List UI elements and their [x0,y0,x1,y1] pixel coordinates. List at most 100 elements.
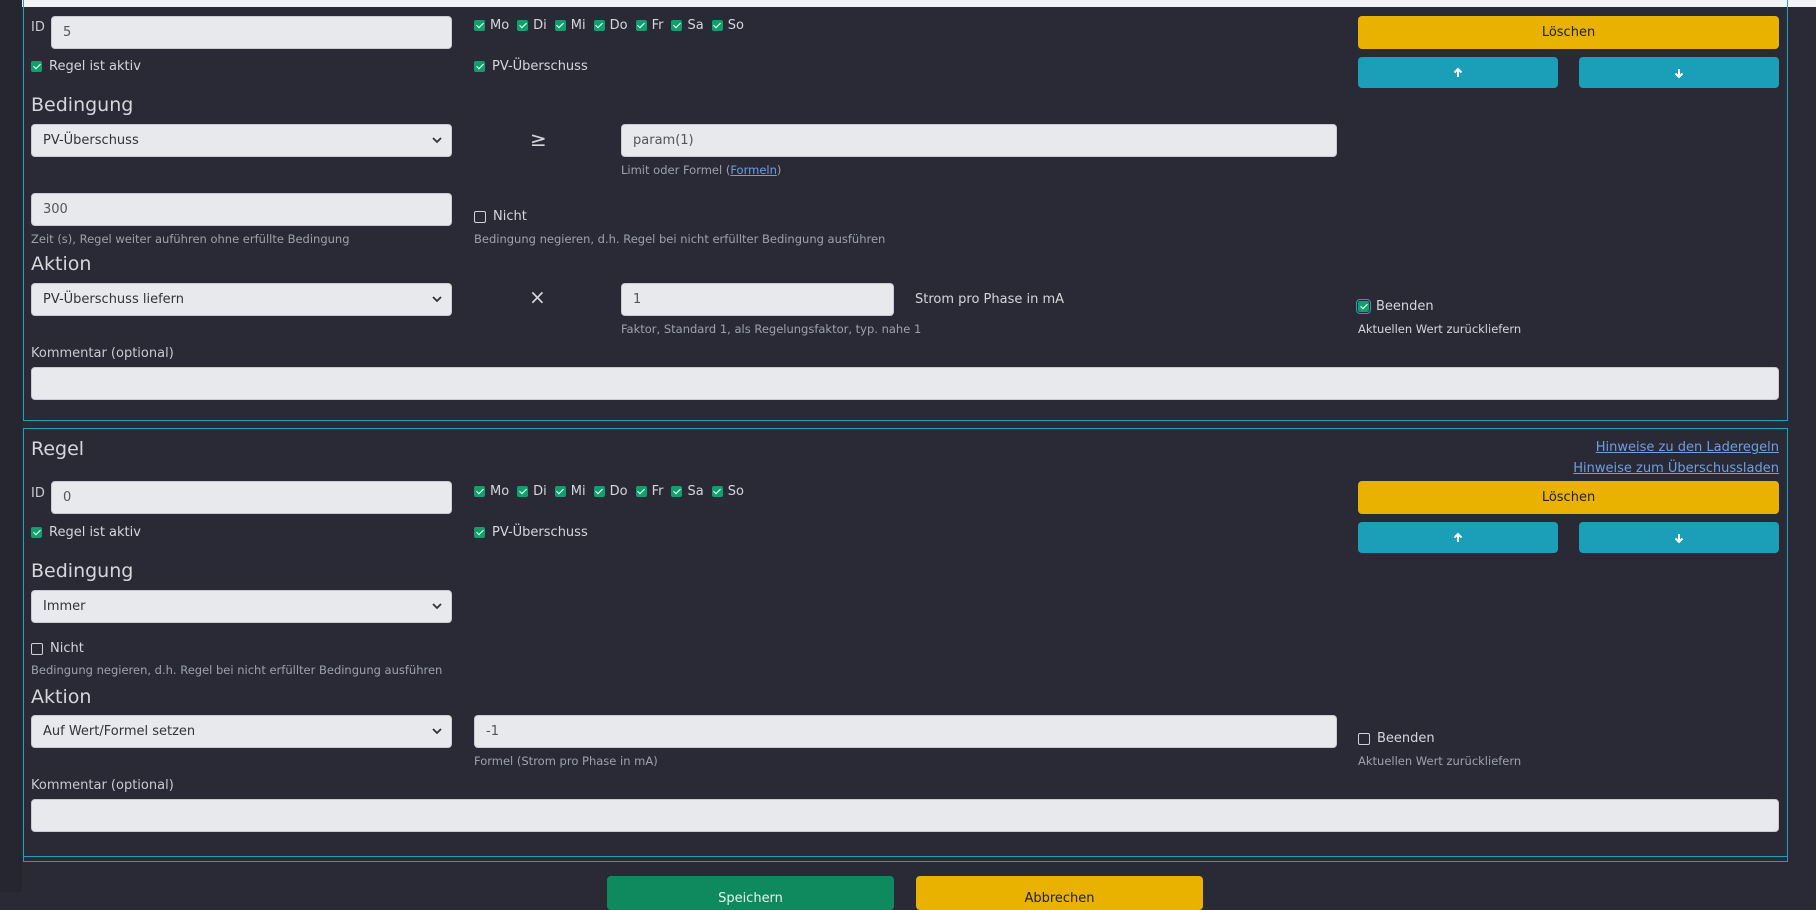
id-label: ID [31,20,45,35]
checkbox-do[interactable] [593,486,605,497]
end-checkbox[interactable]: Beenden [1356,299,1434,314]
checkbox[interactable] [474,527,485,538]
rule-title: Regel [31,438,85,460]
condition-select[interactable]: PV-Überschuss [31,124,452,157]
day-fr[interactable]: Fr [635,18,663,33]
day-label: Di [533,484,547,499]
comment-input[interactable] [31,799,1779,832]
limit-help: Limit oder Formel (Formeln) [621,163,781,177]
action-help: Faktor, Standard 1, als Regelungsfaktor,… [621,322,922,336]
id-input[interactable]: 5 [51,16,452,49]
checkbox-do[interactable] [593,20,605,31]
negate-help: Bedingung negieren, d.h. Regel bei nicht… [474,232,886,246]
limit-help-suffix: ) [776,163,782,177]
pv-checkbox[interactable]: PV-Überschuss [474,525,588,540]
checkbox-mo[interactable] [474,486,485,497]
checkbox[interactable] [474,61,485,72]
arrow-down-icon [1674,533,1684,543]
day-di[interactable]: Di [517,18,547,33]
checkbox-di[interactable] [517,20,529,31]
rule-active-checkbox[interactable]: Regel ist aktiv [31,525,141,540]
day-do[interactable]: Do [593,18,628,33]
checkbox-sa[interactable] [671,486,683,497]
checkbox[interactable] [31,642,43,655]
rule-active-checkbox[interactable]: Regel ist aktiv [31,59,141,74]
rule-active-label: Regel ist aktiv [49,525,141,540]
action-select[interactable]: PV-Überschuss liefern [31,283,452,316]
day-sa[interactable]: Sa [671,18,704,33]
checkbox-mo[interactable] [474,20,485,31]
checkbox-di[interactable] [517,486,529,497]
condition-select[interactable]: Immer [31,590,452,623]
day-sa[interactable]: Sa [671,484,704,499]
end-checkbox[interactable]: Beenden [1358,731,1435,746]
formulas-link[interactable]: Formeln [730,163,777,177]
time-help: Zeit (s), Regel weiter auführen ohne erf… [31,232,350,246]
move-down-button[interactable] [1579,57,1779,88]
day-mi[interactable]: Mi [554,18,586,33]
day-so[interactable]: So [711,18,744,33]
day-mi[interactable]: Mi [554,484,586,499]
checkbox[interactable] [474,210,486,223]
delete-button[interactable]: Löschen [1358,16,1779,49]
day-label: Mi [570,484,586,499]
condition-select-value: PV-Überschuss [43,133,139,148]
day-mo[interactable]: Mo [474,18,509,33]
checkbox[interactable] [1356,299,1371,314]
end-help: Aktuellen Wert zurückliefern [1358,754,1522,768]
day-fr[interactable]: Fr [635,484,664,499]
chevron-down-icon [432,728,442,735]
checkbox-fr[interactable] [635,20,647,31]
day-do[interactable]: Do [593,484,628,499]
delete-button[interactable]: Löschen [1358,481,1779,514]
pv-checkbox[interactable]: PV-Überschuss [474,59,588,74]
action-heading: Aktion [31,253,92,275]
condition-select-value: Immer [43,599,86,614]
checkbox-so[interactable] [711,486,723,497]
pv-label: PV-Überschuss [492,525,588,540]
negate-checkbox[interactable]: Nicht [31,641,84,656]
checkbox-mi[interactable] [554,486,566,497]
link-charging-rules[interactable]: Hinweise zu den Laderegeln [1596,440,1779,455]
day-mo[interactable]: Mo [474,484,509,499]
link-surplus-charging[interactable]: Hinweise zum Überschussladen [1573,461,1779,476]
day-label: Fr [651,484,664,499]
comment-input[interactable] [31,367,1779,400]
chevron-down-icon [432,296,442,303]
action-factor-input[interactable]: 1 [621,283,894,316]
cancel-button[interactable]: Abbrechen [916,876,1203,910]
checkbox[interactable] [1358,732,1370,745]
negate-checkbox[interactable]: Nicht [474,209,527,224]
checkbox-sa[interactable] [671,20,683,31]
checkbox[interactable] [31,527,42,538]
checkbox[interactable] [31,61,42,72]
save-button[interactable]: Speichern [607,876,894,910]
checkbox-so[interactable] [711,20,723,31]
day-label: Mi [570,18,586,33]
action-select[interactable]: Auf Wert/Formel setzen [31,715,452,748]
checkbox-mi[interactable] [554,20,566,31]
operator-gte: ≥ [530,127,547,151]
move-down-button[interactable] [1579,522,1779,553]
chevron-down-icon [432,137,442,144]
negate-label: Nicht [493,209,527,224]
arrow-up-icon [1453,67,1463,77]
comment-label: Kommentar (optional) [31,346,174,361]
day-label: Do [609,18,628,33]
condition-limit-input[interactable]: param(1) [621,124,1337,157]
operator-times: × [529,285,546,309]
time-input[interactable]: 300 [31,193,452,226]
id-input[interactable]: 0 [51,481,452,514]
chevron-down-icon [432,603,442,610]
comment-label: Kommentar (optional) [31,778,174,793]
move-up-button[interactable] [1358,522,1558,553]
weekday-checkboxes: Mo Di Mi Do Fr Sa So [474,18,752,33]
action-select-value: Auf Wert/Formel setzen [43,724,196,739]
day-di[interactable]: Di [517,484,547,499]
checkbox-fr[interactable] [635,486,647,497]
action-formula-input[interactable]: -1 [474,715,1337,748]
day-label: Sa [687,484,704,499]
rule-active-label: Regel ist aktiv [49,59,141,74]
move-up-button[interactable] [1358,57,1558,88]
day-so[interactable]: So [711,484,744,499]
